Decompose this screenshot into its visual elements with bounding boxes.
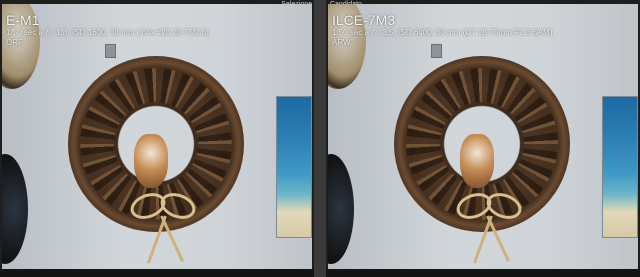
camera-model: E-M1 [6, 12, 40, 28]
select-pane[interactable]: Selezione E-M1 1/50 sec a ƒ / 1,8, ISO 1… [0, 0, 314, 277]
scrollbar[interactable] [326, 269, 640, 277]
file-format: ARW [332, 38, 351, 47]
seascape-painting [276, 96, 312, 238]
exposure-info: 1/50 sec a ƒ / 3,5, ISO 6400, 60 mm (DT … [332, 28, 553, 37]
cat-figurine [460, 134, 494, 188]
file-format: ORF [6, 38, 23, 47]
cat-figurine [134, 134, 168, 188]
photo-info: E-M1 1/50 sec a ƒ / 1,8, ISO 1600, 38 mm… [6, 12, 209, 47]
candidate-photo[interactable]: ILCE-7M3 1/50 sec a ƒ / 3,5, ISO 6400, 6… [328, 4, 638, 269]
exposure-info: 1/50 sec a ƒ / 1,8, ISO 1600, 38 mm (.64… [6, 28, 209, 37]
pane-divider[interactable] [314, 0, 326, 277]
photo-info: ILCE-7M3 1/50 sec a ƒ / 3,5, ISO 6400, 6… [332, 12, 552, 47]
select-photo[interactable]: E-M1 1/50 sec a ƒ / 1,8, ISO 1600, 38 mm… [2, 4, 312, 269]
seascape-painting [602, 96, 638, 238]
wreath [68, 56, 244, 264]
scrollbar[interactable] [0, 269, 314, 277]
camera-model: ILCE-7M3 [332, 12, 396, 28]
candidate-pane[interactable]: Candidato ILCE-7M3 1/50 sec a ƒ / 3,5, I… [326, 0, 640, 277]
wreath [394, 56, 570, 264]
